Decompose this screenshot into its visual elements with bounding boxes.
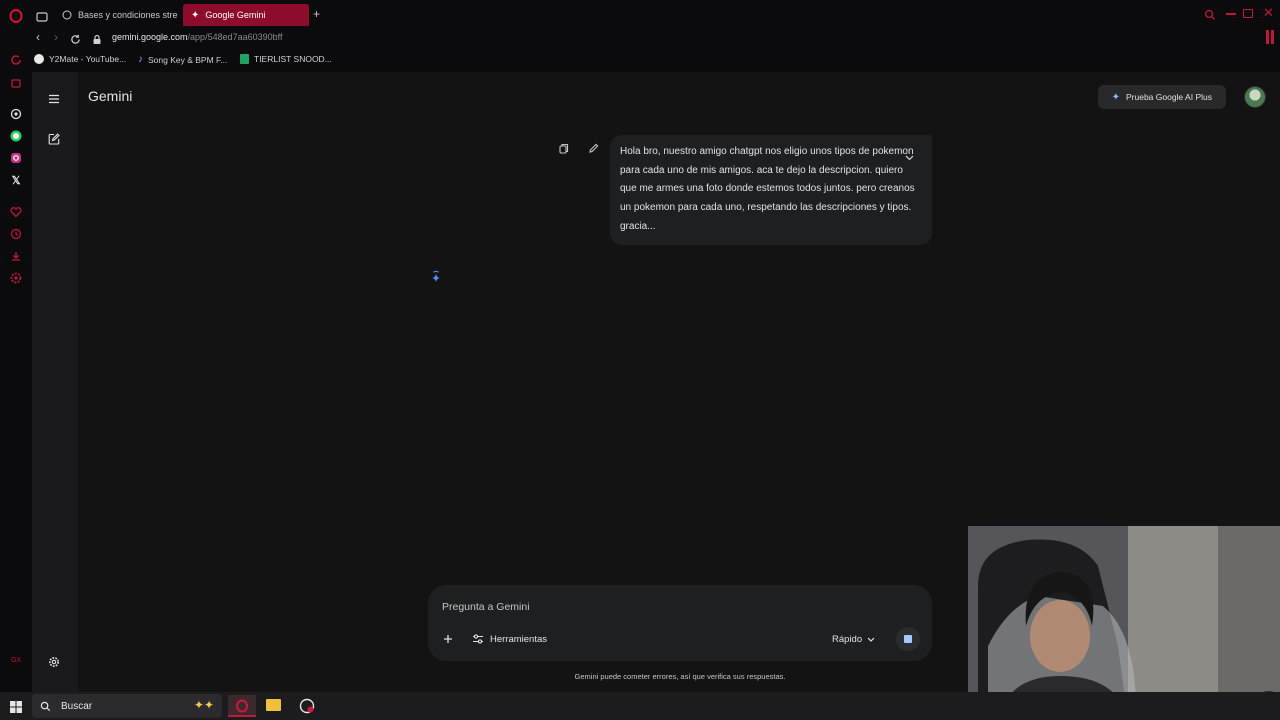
bag-icon[interactable]: [8, 74, 24, 90]
x-icon[interactable]: 𝕏: [8, 172, 24, 188]
browser-settings-icon[interactable]: [8, 270, 24, 286]
bookmark-label: TIERLIST SNOOD...: [254, 54, 332, 64]
taskbar-search[interactable]: Buscar ✦✦: [32, 694, 222, 718]
prompt-input[interactable]: [442, 599, 882, 615]
chatgpt-icon[interactable]: [8, 106, 24, 122]
taskbar-search-label: Buscar: [61, 700, 93, 712]
bookmark-tierlist[interactable]: TIERLIST SNOOD...: [240, 54, 332, 64]
history-icon[interactable]: [8, 226, 24, 242]
copy-icon[interactable]: [556, 140, 572, 156]
loading-sparkle-icon: [428, 270, 444, 286]
tools-icon: [473, 634, 483, 644]
disclaimer-text: Gemini puede cometer errores, así que ve…: [574, 672, 786, 681]
edit-icon[interactable]: [585, 140, 601, 156]
bookmark-label: Song Key & BPM F...: [148, 54, 228, 65]
plus-icon[interactable]: [440, 631, 456, 647]
model-selector[interactable]: Rápido: [832, 630, 875, 648]
opera-sidebar: 𝕏 GX: [0, 0, 32, 692]
close-window-icon[interactable]: ✕: [1263, 5, 1274, 21]
chevron-down-icon: [867, 637, 875, 642]
upgrade-label: Prueba Google AI Plus: [1125, 92, 1212, 102]
bookmarks-bar: Y2Mate - YouTube... ♪ Song Key & BPM F..…: [32, 50, 1280, 70]
upgrade-button[interactable]: ✦ Prueba Google AI Plus: [1097, 85, 1226, 109]
settings-icon[interactable]: [48, 655, 60, 673]
search-tabs-icon[interactable]: [1204, 8, 1216, 26]
webcam-person-image: [968, 526, 1280, 720]
minimize-icon[interactable]: [1226, 13, 1236, 15]
new-chat-icon[interactable]: [48, 132, 60, 150]
prompt-composer: Herramientas Rápido: [428, 585, 932, 661]
heart-icon[interactable]: [8, 204, 24, 220]
y2mate-icon: [34, 54, 44, 64]
windows-start-icon[interactable]: [10, 700, 22, 718]
download-icon[interactable]: [8, 248, 24, 264]
stop-button[interactable]: [896, 627, 920, 651]
avatar[interactable]: [1244, 86, 1266, 108]
note-icon: ♪: [138, 54, 143, 65]
back-icon[interactable]: ‹: [36, 30, 40, 44]
globe-icon: [62, 10, 72, 20]
maximize-icon[interactable]: [1243, 9, 1253, 18]
new-tab-icon[interactable]: +: [313, 7, 320, 21]
model-label: Rápido: [832, 633, 863, 645]
sheets-icon: [240, 54, 249, 64]
sparkle-icon: ✦: [191, 9, 200, 21]
stop-icon: [904, 635, 912, 643]
tools-button[interactable]: Herramientas: [472, 630, 547, 648]
tab-bar: Bases y condiciones stre ✦ Google Gemini…: [32, 0, 1280, 28]
sparkle-icon: ✦: [1111, 91, 1120, 103]
tab-overview-icon[interactable]: [36, 9, 48, 27]
bookmark-label: Y2Mate - YouTube...: [49, 54, 127, 64]
search-icon: [40, 701, 51, 711]
address-bar: ‹ › gemini.google.com/app/548ed7aa60390b…: [32, 28, 1280, 48]
tab-google-gemini[interactable]: ✦ Google Gemini: [183, 4, 309, 26]
url-field[interactable]: gemini.google.com/app/548ed7aa60390bff: [112, 32, 282, 42]
search-highlight-icon: ✦✦: [193, 698, 214, 712]
tab-title: Bases y condiciones stre: [78, 10, 178, 20]
refresh-sidebar-icon[interactable]: [8, 52, 24, 68]
forward-icon[interactable]: ›: [54, 30, 58, 44]
sidebar-toggle-icon[interactable]: [1266, 30, 1269, 44]
webcam-overlay: [968, 526, 1280, 720]
lock-icon[interactable]: [92, 32, 102, 50]
taskbar: Buscar ✦✦: [0, 692, 1280, 720]
taskbar-app-icon[interactable]: [299, 698, 315, 719]
chevron-down-icon[interactable]: [902, 151, 916, 165]
whatsapp-icon[interactable]: [8, 128, 24, 144]
opera-logo-icon[interactable]: [8, 8, 24, 24]
bookmark-song-key[interactable]: ♪ Song Key & BPM F...: [138, 54, 227, 65]
instagram-icon[interactable]: [8, 150, 24, 166]
user-message: Hola bro, nuestro amigo chatgpt nos elig…: [610, 135, 932, 245]
taskbar-opera-gx[interactable]: [228, 695, 256, 717]
tab-bases-condiciones[interactable]: Bases y condiciones stre: [54, 4, 204, 26]
gemini-side-rail: [32, 72, 78, 692]
url-path: /app/548ed7aa60390bff: [187, 32, 283, 42]
tools-label: Herramientas: [490, 633, 548, 645]
url-host: gemini.google.com: [112, 32, 188, 42]
tab-title: Google Gemini: [205, 10, 266, 20]
file-explorer-icon[interactable]: [266, 699, 281, 711]
gx-icon[interactable]: GX: [8, 652, 24, 668]
screen: 𝕏 GX Bases y condiciones stre ✦ Google G…: [0, 0, 1280, 720]
page-title[interactable]: Gemini: [88, 88, 132, 104]
bookmark-y2mate[interactable]: Y2Mate - YouTube...: [34, 54, 126, 64]
reload-icon[interactable]: [70, 32, 81, 50]
menu-icon[interactable]: [48, 91, 60, 109]
